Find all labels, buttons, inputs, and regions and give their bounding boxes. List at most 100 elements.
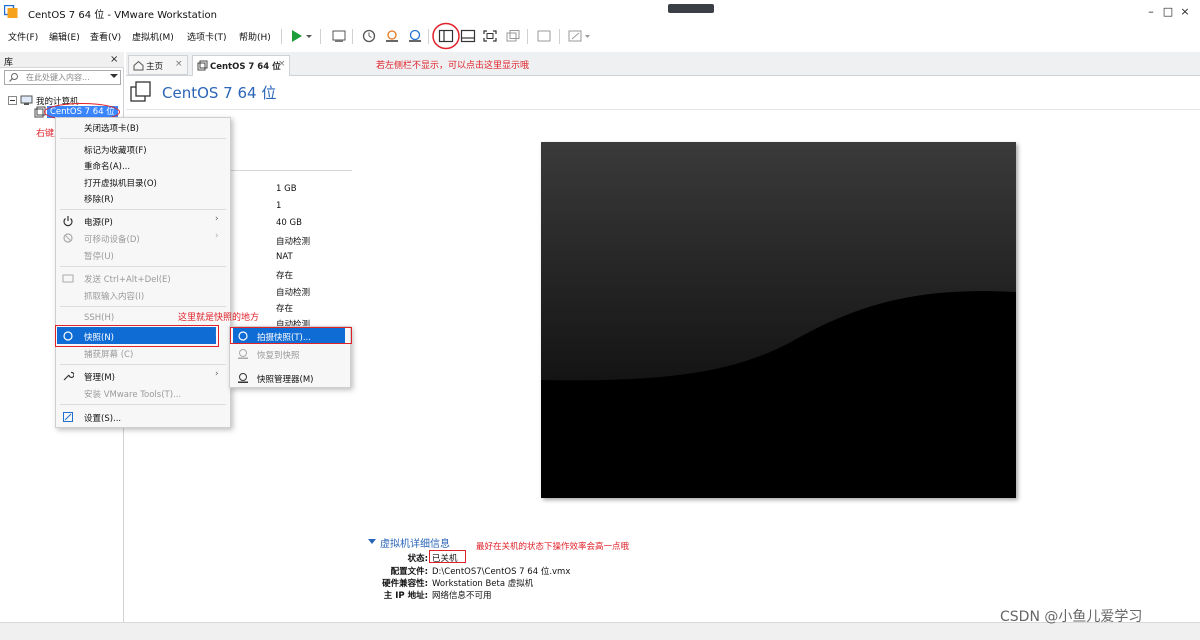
menu-removable-devices[interactable]: 可移动设备(D) [84,233,140,245]
fullscreen-icon[interactable] [481,28,499,44]
status-highlight-box [429,550,466,563]
tab-vm-label: CentOS 7 64 位 [210,62,281,72]
toolbar-separator [320,29,321,44]
toolbar-separator [559,29,560,44]
settings-icon [63,412,73,422]
details-collapse-icon[interactable] [368,538,376,546]
menu-grab-input[interactable]: 抓取输入内容(I) [84,290,144,302]
keyboard-icon [62,274,74,283]
device-cdrom-value: 自动检测 [276,237,311,247]
detail-ip-value: 网络信息不可用 [432,591,492,601]
send-ctrl-alt-del-icon[interactable] [330,28,348,44]
tab-home-close[interactable]: × [175,59,183,69]
snapshot-icon[interactable] [360,28,378,44]
computer-icon [20,95,33,105]
vm-tab-icon [197,60,208,71]
menu-rename[interactable]: 重命名(A)... [84,160,130,172]
minimize-button[interactable]: – [1144,5,1158,18]
tab-vm-close[interactable]: × [278,59,286,69]
maximize-button[interactable]: □ [1161,5,1175,18]
search-dropdown-icon[interactable] [110,71,118,81]
menu-mark-favorite[interactable]: 标记为收藏项(F) [84,144,147,156]
close-button[interactable]: × [1178,5,1192,18]
menu-separator [60,404,226,405]
watermark: CSDN @小鱼儿爱学习 [1000,609,1143,625]
vmware-logo-icon [4,5,18,18]
menu-vm[interactable]: 虚拟机(M) [132,30,174,43]
menu-separator [60,138,226,139]
detail-compat-value: Workstation Beta 虚拟机 [432,579,534,589]
detail-config-value: D:\CentOS7\CentOS 7 64 位.vmx [432,567,571,577]
snapshot-highlight-box [55,325,219,347]
snapshot-manager-icon[interactable] [406,28,424,44]
manage-icon [63,371,74,381]
menu-help[interactable]: 帮助(H) [239,30,271,43]
menu-separator [60,266,226,267]
menu-separator [60,306,226,307]
device-printer-value: 存在 [276,304,294,314]
preview-gloss [541,142,1016,381]
revert-snapshot-icon[interactable] [383,28,401,44]
device-disk-value: 40 GB [276,218,302,228]
tree-collapse-icon[interactable] [8,96,17,105]
window-title: CentOS 7 64 位 - VMware Workstation [28,10,217,21]
menu-separator [60,209,226,210]
console-view-icon[interactable] [535,28,553,44]
search-placeholder: 在此处键入内容... [26,73,90,82]
submenu-snapshot-manager[interactable]: 快照管理器(M) [257,373,313,385]
menu-pause[interactable]: 暂停(U) [84,250,114,262]
device-sound-value: 自动检测 [276,288,311,298]
device-network-value: NAT [276,252,293,262]
heading-divider [126,109,1200,110]
toolbar-separator [352,29,353,44]
device-usb-value: 存在 [276,271,294,281]
library-highlight-circle [432,22,460,50]
devices-divider [230,170,352,171]
menu-file[interactable]: 文件(F) [8,30,38,43]
tab-home-label: 主页 [146,62,164,72]
menu-tabs[interactable]: 选项卡(T) [187,30,227,43]
thumbnail-bar-icon[interactable] [459,28,477,44]
tab-vm[interactable]: CentOS 7 64 位 × [192,55,290,76]
removable-devices-icon [63,233,73,243]
menu-manage[interactable]: 管理(M) [84,371,115,383]
detail-config-label: 配置文件: [390,567,428,577]
snapshot-annotation: 这里就是快照的地方 [178,313,260,323]
menu-separator [60,364,226,365]
vm-title: CentOS 7 64 位 [162,84,277,102]
toolbar-separator [281,29,282,44]
menu-edit[interactable]: 编辑(E) [49,30,80,43]
take-snapshot-highlight-box [230,327,352,344]
tab-home[interactable]: 主页 × [128,55,188,75]
menu-ssh[interactable]: SSH(H) [84,313,114,323]
detail-compat-label: 硬件兼容性: [382,579,428,589]
menu-send-ctrl-alt-del[interactable]: 发送 Ctrl+Alt+Del(E) [84,273,171,285]
menu-install-vmware-tools[interactable]: 安装 VMware Tools(T)... [84,388,181,400]
menu-close-tab[interactable]: 关闭选项卡(B) [84,122,139,134]
unity-icon[interactable] [504,28,522,44]
title-drag-handle[interactable] [668,4,714,13]
detail-ip-label: 主 IP 地址: [383,591,428,601]
sidebar-close-button[interactable]: × [110,54,118,65]
vm-screen-preview[interactable] [541,142,1016,498]
menu-view[interactable]: 查看(V) [90,30,121,43]
stretch-icon[interactable] [566,28,592,44]
menu-remove[interactable]: 移除(R) [84,193,114,205]
sidebar-annotation: 若左侧栏不显示，可以点击这里显示哦 [376,61,530,71]
menu-open-vm-folder[interactable]: 打开虚拟机目录(O) [84,177,157,189]
device-processors-value: 1 [276,201,282,211]
vm-heading-icon [130,81,151,102]
menu-capture-screen[interactable]: 捕获屏幕 (C) [84,348,133,360]
submenu-revert-snapshot[interactable]: 恢复到快照 [257,349,300,361]
menu-settings[interactable]: 设置(S)... [84,412,121,424]
detail-status-label: 状态: [407,554,428,564]
submenu-arrow-icon: › [215,231,219,241]
search-icon [9,73,18,82]
details-title[interactable]: 虚拟机详细信息 [380,535,450,550]
revert-snapshot-menu-icon [238,349,248,359]
toolbar-separator [527,29,528,44]
menu-power[interactable]: 电源(P) [84,216,113,228]
device-memory-value: 1 GB [276,184,297,194]
sidebar-title: 库 [4,58,14,68]
dropdown-icon[interactable] [304,28,314,44]
